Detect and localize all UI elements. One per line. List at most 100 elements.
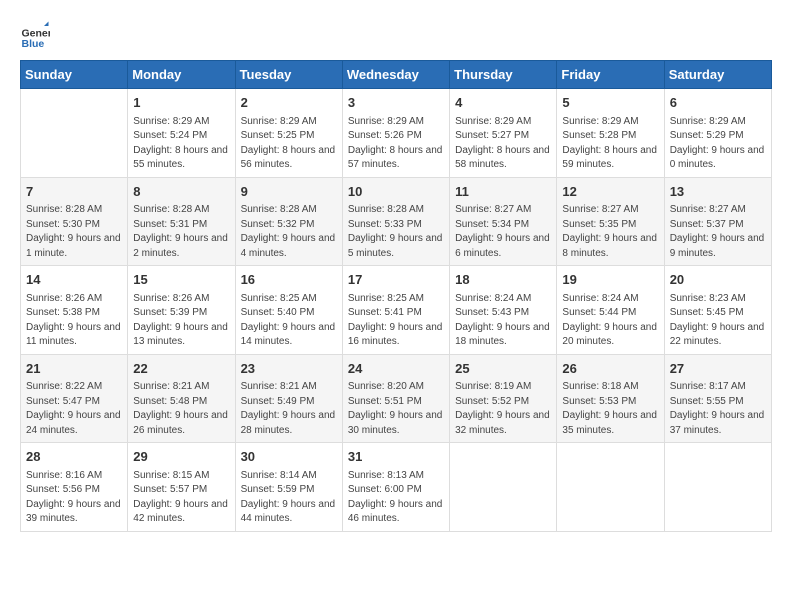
calendar-cell: 16Sunrise: 8:25 AMSunset: 5:40 PMDayligh… (235, 266, 342, 355)
day-info: Sunrise: 8:16 AMSunset: 5:56 PMDaylight:… (26, 469, 122, 527)
calendar-cell: 25Sunrise: 8:19 AMSunset: 5:52 PMDayligh… (450, 354, 557, 443)
calendar-cell (450, 443, 557, 532)
day-info: Sunrise: 8:15 AMSunset: 5:57 PMDaylight:… (133, 469, 229, 527)
day-info: Sunrise: 8:22 AMSunset: 5:47 PMDaylight:… (26, 380, 122, 438)
day-info: Sunrise: 8:28 AMSunset: 5:31 PMDaylight:… (133, 203, 229, 261)
weekday-header: Thursday (450, 61, 557, 89)
calendar-cell: 10Sunrise: 8:28 AMSunset: 5:33 PMDayligh… (342, 177, 449, 266)
calendar-week-row: 28Sunrise: 8:16 AMSunset: 5:56 PMDayligh… (21, 443, 772, 532)
day-number: 27 (670, 359, 766, 379)
calendar-cell: 13Sunrise: 8:27 AMSunset: 5:37 PMDayligh… (664, 177, 771, 266)
calendar-cell (557, 443, 664, 532)
calendar-cell: 6Sunrise: 8:29 AMSunset: 5:29 PMDaylight… (664, 89, 771, 178)
day-number: 24 (348, 359, 444, 379)
day-info: Sunrise: 8:29 AMSunset: 5:24 PMDaylight:… (133, 115, 229, 173)
day-number: 30 (241, 447, 337, 467)
day-number: 2 (241, 93, 337, 113)
day-info: Sunrise: 8:28 AMSunset: 5:30 PMDaylight:… (26, 203, 122, 261)
calendar-cell: 29Sunrise: 8:15 AMSunset: 5:57 PMDayligh… (128, 443, 235, 532)
calendar-cell: 4Sunrise: 8:29 AMSunset: 5:27 PMDaylight… (450, 89, 557, 178)
day-info: Sunrise: 8:19 AMSunset: 5:52 PMDaylight:… (455, 380, 551, 438)
weekday-header: Saturday (664, 61, 771, 89)
day-info: Sunrise: 8:26 AMSunset: 5:38 PMDaylight:… (26, 292, 122, 350)
day-info: Sunrise: 8:21 AMSunset: 5:48 PMDaylight:… (133, 380, 229, 438)
day-info: Sunrise: 8:27 AMSunset: 5:35 PMDaylight:… (562, 203, 658, 261)
calendar-cell: 28Sunrise: 8:16 AMSunset: 5:56 PMDayligh… (21, 443, 128, 532)
page-header: General Blue (20, 20, 772, 50)
logo: General Blue (20, 20, 50, 50)
day-number: 5 (562, 93, 658, 113)
calendar-cell (21, 89, 128, 178)
day-number: 14 (26, 270, 122, 290)
weekday-header: Sunday (21, 61, 128, 89)
day-number: 13 (670, 182, 766, 202)
day-number: 31 (348, 447, 444, 467)
day-info: Sunrise: 8:25 AMSunset: 5:41 PMDaylight:… (348, 292, 444, 350)
day-info: Sunrise: 8:17 AMSunset: 5:55 PMDaylight:… (670, 380, 766, 438)
day-number: 10 (348, 182, 444, 202)
logo-icon: General Blue (20, 20, 50, 50)
calendar-table: SundayMondayTuesdayWednesdayThursdayFrid… (20, 60, 772, 532)
calendar-cell: 19Sunrise: 8:24 AMSunset: 5:44 PMDayligh… (557, 266, 664, 355)
calendar-cell: 30Sunrise: 8:14 AMSunset: 5:59 PMDayligh… (235, 443, 342, 532)
day-number: 18 (455, 270, 551, 290)
day-info: Sunrise: 8:24 AMSunset: 5:43 PMDaylight:… (455, 292, 551, 350)
day-info: Sunrise: 8:29 AMSunset: 5:29 PMDaylight:… (670, 115, 766, 173)
day-info: Sunrise: 8:28 AMSunset: 5:32 PMDaylight:… (241, 203, 337, 261)
day-number: 16 (241, 270, 337, 290)
svg-text:Blue: Blue (22, 38, 45, 50)
weekday-header: Wednesday (342, 61, 449, 89)
calendar-cell: 24Sunrise: 8:20 AMSunset: 5:51 PMDayligh… (342, 354, 449, 443)
day-number: 21 (26, 359, 122, 379)
calendar-cell: 3Sunrise: 8:29 AMSunset: 5:26 PMDaylight… (342, 89, 449, 178)
day-info: Sunrise: 8:29 AMSunset: 5:25 PMDaylight:… (241, 115, 337, 173)
day-info: Sunrise: 8:27 AMSunset: 5:37 PMDaylight:… (670, 203, 766, 261)
day-number: 26 (562, 359, 658, 379)
calendar-cell: 14Sunrise: 8:26 AMSunset: 5:38 PMDayligh… (21, 266, 128, 355)
calendar-week-row: 7Sunrise: 8:28 AMSunset: 5:30 PMDaylight… (21, 177, 772, 266)
calendar-cell: 26Sunrise: 8:18 AMSunset: 5:53 PMDayligh… (557, 354, 664, 443)
header-row: SundayMondayTuesdayWednesdayThursdayFrid… (21, 61, 772, 89)
weekday-header: Tuesday (235, 61, 342, 89)
day-number: 29 (133, 447, 229, 467)
calendar-cell: 2Sunrise: 8:29 AMSunset: 5:25 PMDaylight… (235, 89, 342, 178)
day-info: Sunrise: 8:23 AMSunset: 5:45 PMDaylight:… (670, 292, 766, 350)
day-number: 15 (133, 270, 229, 290)
day-number: 19 (562, 270, 658, 290)
calendar-week-row: 14Sunrise: 8:26 AMSunset: 5:38 PMDayligh… (21, 266, 772, 355)
calendar-week-row: 21Sunrise: 8:22 AMSunset: 5:47 PMDayligh… (21, 354, 772, 443)
day-info: Sunrise: 8:25 AMSunset: 5:40 PMDaylight:… (241, 292, 337, 350)
day-number: 3 (348, 93, 444, 113)
calendar-cell: 8Sunrise: 8:28 AMSunset: 5:31 PMDaylight… (128, 177, 235, 266)
day-number: 6 (670, 93, 766, 113)
calendar-cell: 12Sunrise: 8:27 AMSunset: 5:35 PMDayligh… (557, 177, 664, 266)
day-info: Sunrise: 8:14 AMSunset: 5:59 PMDaylight:… (241, 469, 337, 527)
calendar-cell: 17Sunrise: 8:25 AMSunset: 5:41 PMDayligh… (342, 266, 449, 355)
day-number: 11 (455, 182, 551, 202)
day-number: 22 (133, 359, 229, 379)
day-number: 8 (133, 182, 229, 202)
calendar-cell: 21Sunrise: 8:22 AMSunset: 5:47 PMDayligh… (21, 354, 128, 443)
day-number: 25 (455, 359, 551, 379)
day-info: Sunrise: 8:21 AMSunset: 5:49 PMDaylight:… (241, 380, 337, 438)
calendar-week-row: 1Sunrise: 8:29 AMSunset: 5:24 PMDaylight… (21, 89, 772, 178)
day-info: Sunrise: 8:28 AMSunset: 5:33 PMDaylight:… (348, 203, 444, 261)
day-number: 23 (241, 359, 337, 379)
day-number: 9 (241, 182, 337, 202)
calendar-cell: 20Sunrise: 8:23 AMSunset: 5:45 PMDayligh… (664, 266, 771, 355)
calendar-cell: 31Sunrise: 8:13 AMSunset: 6:00 PMDayligh… (342, 443, 449, 532)
calendar-cell (664, 443, 771, 532)
day-info: Sunrise: 8:29 AMSunset: 5:28 PMDaylight:… (562, 115, 658, 173)
day-info: Sunrise: 8:29 AMSunset: 5:26 PMDaylight:… (348, 115, 444, 173)
day-info: Sunrise: 8:26 AMSunset: 5:39 PMDaylight:… (133, 292, 229, 350)
calendar-cell: 22Sunrise: 8:21 AMSunset: 5:48 PMDayligh… (128, 354, 235, 443)
day-number: 28 (26, 447, 122, 467)
calendar-cell: 23Sunrise: 8:21 AMSunset: 5:49 PMDayligh… (235, 354, 342, 443)
calendar-cell: 1Sunrise: 8:29 AMSunset: 5:24 PMDaylight… (128, 89, 235, 178)
calendar-cell: 9Sunrise: 8:28 AMSunset: 5:32 PMDaylight… (235, 177, 342, 266)
day-number: 20 (670, 270, 766, 290)
day-info: Sunrise: 8:27 AMSunset: 5:34 PMDaylight:… (455, 203, 551, 261)
calendar-cell: 18Sunrise: 8:24 AMSunset: 5:43 PMDayligh… (450, 266, 557, 355)
day-number: 4 (455, 93, 551, 113)
day-info: Sunrise: 8:20 AMSunset: 5:51 PMDaylight:… (348, 380, 444, 438)
